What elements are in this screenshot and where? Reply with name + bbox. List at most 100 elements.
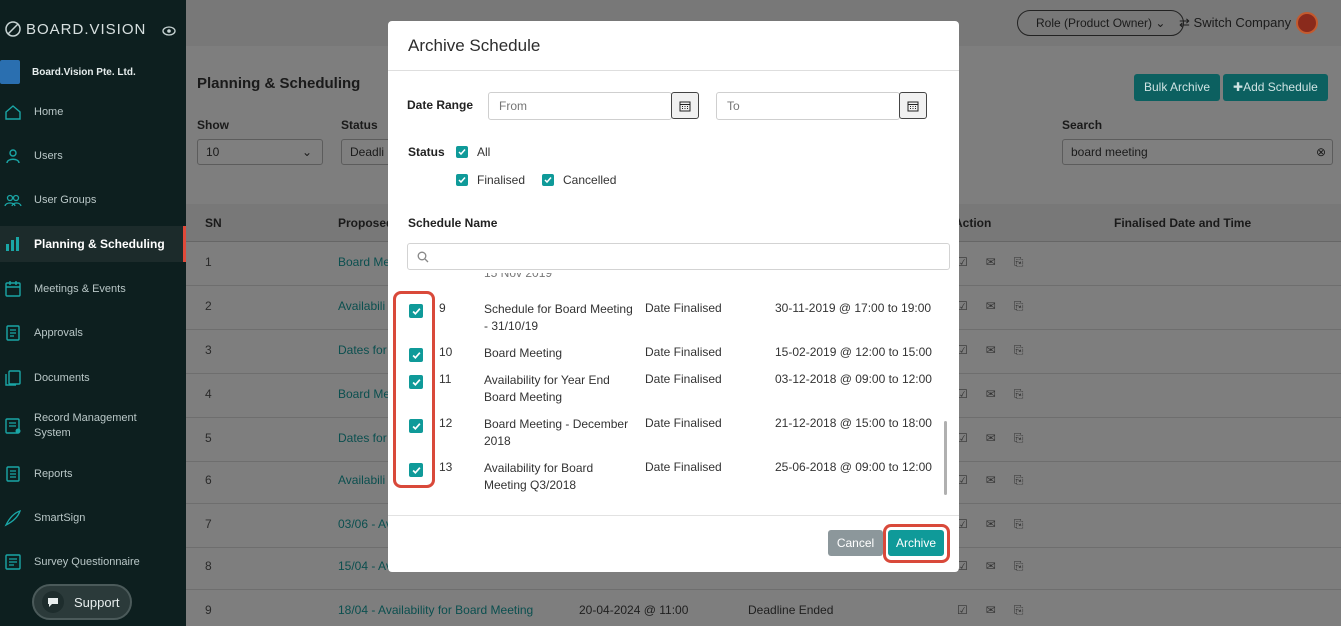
mail-icon[interactable]: ✉ [986, 473, 996, 488]
item-status: Date Finalised [645, 416, 722, 430]
eye-icon[interactable] [162, 26, 176, 36]
sidebar-item-survey[interactable]: Survey Questionnaire [0, 544, 186, 580]
item-date: 21-12-2018 @ 15:00 to 18:00 [775, 416, 932, 430]
sidebar-item-label: SmartSign [34, 512, 86, 524]
row-name[interactable]: 15/04 - Av [338, 559, 392, 573]
sidebar-item-home[interactable]: Home [0, 94, 186, 130]
role-dropdown[interactable]: Role (Product Owner) ⌄ [1017, 10, 1185, 36]
sidebar-item-smartsign[interactable]: SmartSign [0, 500, 186, 536]
mail-icon[interactable]: ✉ [986, 559, 996, 574]
company-avatar[interactable] [1296, 12, 1318, 34]
to-calendar-button[interactable] [899, 92, 927, 119]
checkbox-checked-icon [456, 174, 468, 186]
list-item[interactable]: 11 Availability for Year End Board Meeti… [388, 372, 948, 412]
col-action: Action [954, 216, 992, 230]
support-button[interactable]: Support [32, 584, 132, 620]
user-icon [6, 149, 20, 164]
search-value: board meeting [1071, 145, 1148, 159]
copy-icon[interactable]: ⎘ [1014, 299, 1024, 314]
mail-icon[interactable]: ✉ [986, 603, 996, 618]
checkbox-highlight [393, 291, 435, 488]
modal-footer-divider [388, 515, 959, 516]
row-name[interactable]: Availabili [338, 299, 385, 313]
item-sn: 13 [439, 460, 453, 474]
copy-icon[interactable]: ⎘ [1014, 255, 1024, 270]
schedule-list[interactable]: 15 Nov 2019 9 Schedule for Board Meeting… [388, 273, 959, 496]
row-name[interactable]: Availabili [338, 473, 385, 487]
sidebar-item-reports[interactable]: Reports [0, 456, 186, 492]
copy-icon[interactable]: ⎘ [1014, 473, 1024, 488]
sidebar-item-record-management[interactable]: Record Management System [0, 408, 186, 444]
page-title: Planning & Scheduling [197, 75, 361, 92]
edit-icon[interactable]: ☑ [957, 603, 968, 618]
cancel-button[interactable]: Cancel [828, 530, 883, 556]
to-date-input[interactable] [716, 92, 900, 120]
checkbox-checked-icon [456, 146, 468, 158]
mail-icon[interactable]: ✉ [986, 387, 996, 402]
sidebar: BOARD.VISION Board.Vision Pte. Ltd. Home… [0, 0, 186, 626]
item-status: Date Finalised [645, 460, 722, 474]
copy-icon[interactable]: ⎘ [1014, 387, 1024, 402]
col-sn: SN [205, 216, 222, 230]
row-name[interactable]: Board Me [338, 387, 390, 401]
company-switcher[interactable]: Board.Vision Pte. Ltd. [0, 58, 136, 86]
mail-icon[interactable]: ✉ [986, 343, 996, 358]
status-cancelled-checkbox[interactable]: Cancelled [542, 173, 616, 187]
list-item[interactable]: 13 Availability for Board Meeting Q3/201… [388, 460, 948, 496]
copy-icon[interactable]: ⎘ [1014, 559, 1024, 574]
sidebar-item-planning-scheduling[interactable]: Planning & Scheduling [0, 226, 186, 262]
sidebar-item-label: Record Management [34, 412, 137, 424]
row-name[interactable]: Board Me [338, 255, 390, 269]
from-calendar-button[interactable] [671, 92, 699, 119]
row-sn: 2 [205, 299, 212, 313]
sidebar-item-documents[interactable]: Documents [0, 360, 186, 396]
sidebar-item-label: Planning & Scheduling [34, 237, 165, 251]
schedule-search-input[interactable] [407, 243, 950, 270]
row-actions: ☑ ✉ ⎘ [957, 387, 1023, 402]
brand-logo[interactable]: BOARD.VISION [4, 20, 146, 38]
show-label: Show [197, 118, 229, 132]
copy-icon[interactable]: ⎘ [1014, 343, 1024, 358]
switch-company-button[interactable]: ⇄ Switch Company [1179, 15, 1291, 31]
chevron-down-icon: ⌄ [1155, 16, 1166, 30]
modal-title: Archive Schedule [388, 21, 959, 71]
list-item[interactable]: 12 Board Meeting - December 2018 Date Fi… [388, 416, 948, 456]
list-scrollbar[interactable] [944, 421, 947, 495]
archive-button[interactable]: Archive [888, 530, 944, 556]
sidebar-item-approvals[interactable]: Approvals [0, 315, 186, 351]
sidebar-item-label: Home [34, 106, 64, 118]
status-all-checkbox[interactable]: All [456, 145, 490, 159]
list-item[interactable]: 9 Schedule for Board Meeting - 31/10/19 … [388, 301, 948, 341]
mail-icon[interactable]: ✉ [986, 431, 996, 446]
clear-icon[interactable]: ⊗ [1316, 140, 1326, 164]
status-finalised-checkbox[interactable]: Finalised [456, 173, 525, 187]
copy-icon[interactable]: ⎘ [1014, 431, 1024, 446]
sidebar-item-user-groups[interactable]: User Groups [0, 182, 186, 218]
mail-icon[interactable]: ✉ [986, 255, 996, 270]
sidebar-item-label: Documents [34, 372, 90, 384]
item-name: Availability for Board Meeting Q3/2018 [484, 461, 594, 492]
sidebar-item-label: Users [34, 150, 63, 162]
copy-icon[interactable]: ⎘ [1014, 603, 1024, 618]
search-input[interactable]: board meeting ⊗ [1062, 139, 1333, 165]
copy-icon[interactable]: ⎘ [1014, 517, 1024, 532]
add-schedule-button[interactable]: ✚Add Schedule [1223, 74, 1328, 101]
mail-icon[interactable]: ✉ [986, 517, 996, 532]
row-actions: ☑ ✉ ⎘ [957, 299, 1023, 314]
row-name[interactable]: Dates for [338, 343, 387, 357]
item-date: 15-02-2019 @ 12:00 to 15:00 [775, 345, 932, 359]
chat-icon [42, 591, 64, 613]
row-name[interactable]: Dates for [338, 431, 387, 445]
sidebar-item-meetings-events[interactable]: Meetings & Events [0, 271, 186, 307]
survey-icon [5, 554, 21, 570]
from-date-input[interactable] [488, 92, 672, 120]
list-item[interactable]: 10 Board Meeting Date Finalised 15-02-20… [388, 345, 948, 367]
row-name[interactable]: 03/06 - Av [338, 517, 392, 531]
bulk-archive-button[interactable]: Bulk Archive [1134, 74, 1221, 101]
row-name[interactable]: 18/04 - Availability for Board Meeting [338, 603, 533, 617]
mail-icon[interactable]: ✉ [986, 299, 996, 314]
status-finalised-label: Finalised [477, 173, 526, 187]
row-actions: ☑ ✉ ⎘ [957, 559, 1023, 574]
sidebar-item-users[interactable]: Users [0, 138, 186, 174]
show-select[interactable]: 10 ⌄ [197, 139, 323, 165]
